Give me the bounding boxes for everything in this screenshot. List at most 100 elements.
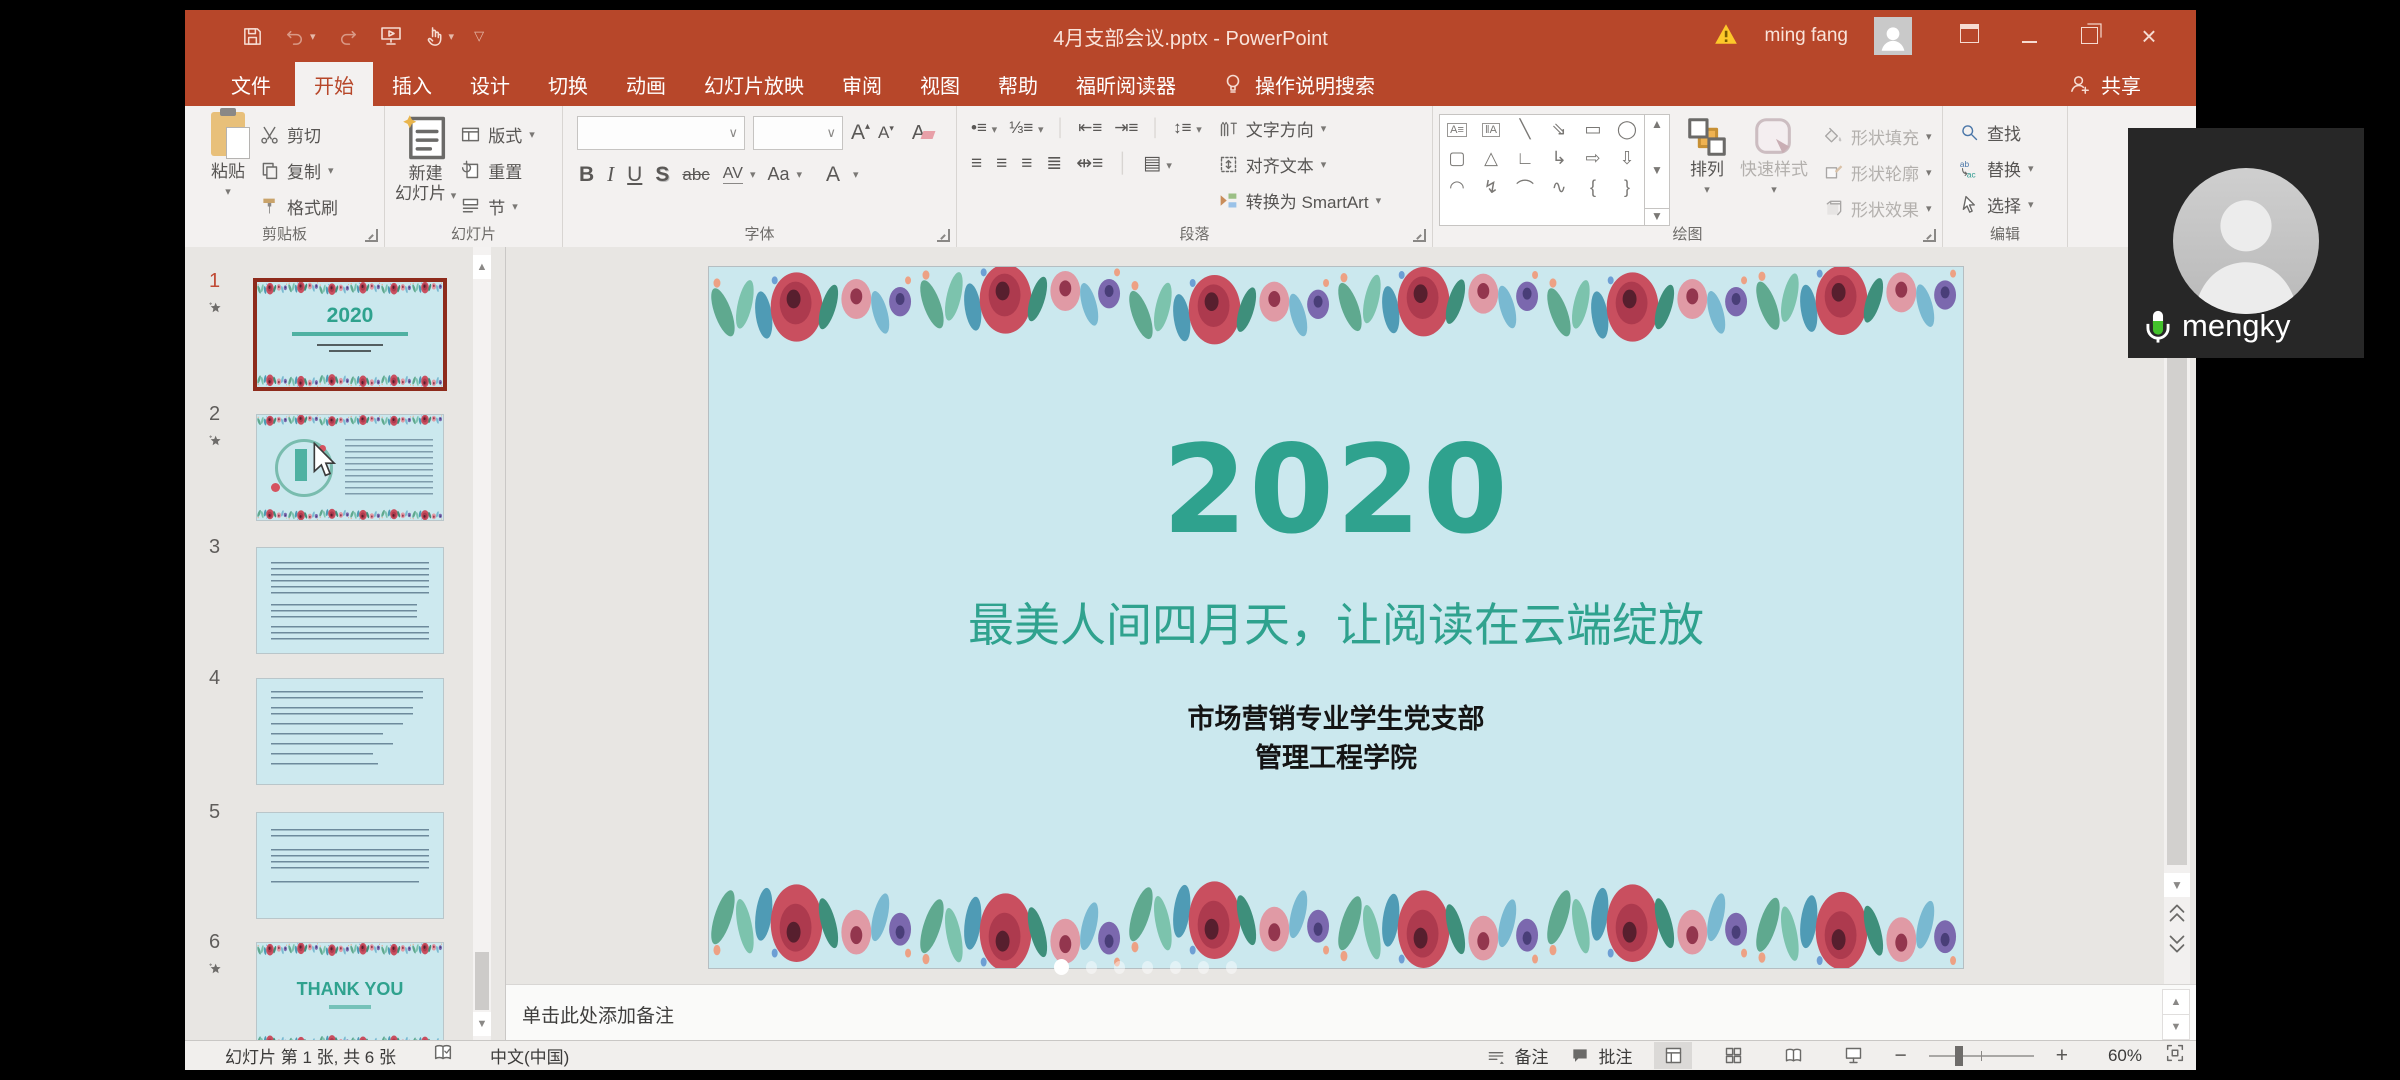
- tab-home[interactable]: 开始: [295, 62, 373, 106]
- zoom-slider[interactable]: [1929, 1055, 2034, 1057]
- drawing-dialog-launcher[interactable]: [1923, 229, 1936, 242]
- replace-button[interactable]: 替换▾: [1959, 150, 2067, 186]
- start-slideshow-button[interactable]: [379, 24, 403, 48]
- redo-button[interactable]: [336, 25, 359, 48]
- strikethrough-button[interactable]: abc: [682, 165, 709, 185]
- slide-thumbnail-1[interactable]: 2020: [257, 282, 443, 387]
- tab-design[interactable]: 设计: [451, 62, 529, 106]
- shape-fill-button[interactable]: 形状填充▾: [1824, 118, 1932, 154]
- change-case-button[interactable]: Aa: [767, 164, 789, 185]
- arrange-button[interactable]: 排列 ▾: [1684, 114, 1730, 226]
- text-shadow-button[interactable]: S: [655, 163, 669, 187]
- shape-outline-button[interactable]: 形状轮廓▾: [1824, 154, 1932, 190]
- account-avatar[interactable]: [1874, 17, 1912, 55]
- restore-button[interactable]: [2072, 23, 2106, 50]
- slide-org-line2[interactable]: 管理工程学院: [709, 736, 1963, 775]
- tab-review[interactable]: 审阅: [823, 62, 901, 106]
- account-name[interactable]: ming fang: [1765, 25, 1848, 47]
- format-painter-button[interactable]: 格式刷: [259, 188, 338, 224]
- warning-icon[interactable]: [1713, 21, 1739, 52]
- reading-view-button[interactable]: [1774, 1042, 1812, 1069]
- thumbnail-scrollbar[interactable]: ▲ ▼: [473, 247, 491, 1041]
- bold-button[interactable]: B: [579, 163, 594, 187]
- shapes-gallery[interactable]: A≡‖A╲⇘▭◯ ▢△∟↳⇨⇩ ◠↯⌒∿{}: [1439, 114, 1645, 226]
- zoom-slider-thumb[interactable]: [1955, 1046, 1963, 1066]
- font-dialog-launcher[interactable]: [937, 229, 950, 242]
- tab-transitions[interactable]: 切换: [529, 62, 607, 106]
- slide-thumbnail-3[interactable]: [257, 548, 443, 653]
- comments-toggle-button[interactable]: 批注: [1570, 1043, 1632, 1068]
- paragraph-dialog-launcher[interactable]: [1413, 229, 1426, 242]
- distribute-button[interactable]: ▤ ▾: [1143, 152, 1172, 175]
- notes-scroll-down-icon[interactable]: ▼: [2162, 1014, 2190, 1040]
- tab-foxit-reader[interactable]: 福昕阅读器: [1057, 62, 1195, 106]
- slide-thumbnail-5[interactable]: [257, 813, 443, 918]
- next-slide-button[interactable]: [2164, 931, 2190, 957]
- notes-pane[interactable]: 单击此处添加备注 ▲ ▼: [506, 984, 2196, 1041]
- slide-thumbnail-2[interactable]: [257, 415, 443, 520]
- justify-button[interactable]: ≣: [1046, 152, 1062, 175]
- customize-qat-button[interactable]: ▽: [474, 28, 484, 44]
- layout-button[interactable]: 版式▾: [460, 116, 535, 152]
- language-indicator[interactable]: 中文(中国): [490, 1043, 569, 1068]
- align-center-button[interactable]: ≡: [996, 153, 1007, 175]
- notes-scroll-up-icon[interactable]: ▲: [2162, 989, 2190, 1015]
- clear-formatting-button[interactable]: A: [912, 122, 934, 145]
- text-direction-button[interactable]: 文字方向▾: [1218, 110, 1381, 146]
- share-button[interactable]: 共享: [2069, 62, 2141, 106]
- normal-view-button[interactable]: [1654, 1042, 1692, 1069]
- decrease-font-button[interactable]: A▾: [878, 123, 894, 143]
- increase-font-button[interactable]: A▴: [851, 121, 870, 145]
- character-spacing-button[interactable]: AV: [723, 165, 743, 184]
- decrease-indent-button[interactable]: ⇤≡: [1078, 118, 1102, 138]
- line-spacing-button[interactable]: ↕≡ ▾: [1173, 118, 1202, 138]
- slide-title-year[interactable]: 2020: [709, 419, 1963, 561]
- shapes-gallery-scroll[interactable]: ▲▼▼: [1645, 114, 1670, 226]
- align-left-button[interactable]: ≡: [971, 153, 982, 175]
- zoom-in-button[interactable]: +: [2056, 1044, 2068, 1068]
- italic-button[interactable]: I: [607, 162, 614, 187]
- current-slide[interactable]: 2020 最美人间四月天，让阅读在云端绽放 市场营销专业学生党支部 管理工程学院: [709, 267, 1963, 968]
- slide-thumbnail-6[interactable]: THANK YOU: [257, 943, 443, 1048]
- tab-view[interactable]: 视图: [901, 62, 979, 106]
- tell-me-search[interactable]: 操作说明搜索: [1221, 62, 1375, 106]
- select-button[interactable]: 选择▾: [1959, 186, 2067, 222]
- slide-sorter-view-button[interactable]: [1714, 1042, 1752, 1069]
- fit-to-window-button[interactable]: [2164, 1042, 2186, 1069]
- zoom-level[interactable]: 60%: [2090, 1046, 2142, 1066]
- scroll-down-icon[interactable]: ▼: [2164, 873, 2190, 897]
- slide-indicator[interactable]: 幻灯片 第 1 张, 共 6 张: [225, 1043, 396, 1068]
- slide-subtitle[interactable]: 最美人间四月天，让阅读在云端绽放: [709, 589, 1963, 655]
- notes-toggle-button[interactable]: 备注: [1486, 1043, 1548, 1068]
- ribbon-display-options-button[interactable]: [1952, 23, 1986, 49]
- reset-button[interactable]: 重置: [460, 152, 535, 188]
- slide-org-line1[interactable]: 市场营销专业学生党支部: [709, 697, 1963, 736]
- tab-insert[interactable]: 插入: [373, 62, 451, 106]
- slideshow-view-button[interactable]: [1834, 1042, 1872, 1069]
- columns-button[interactable]: ⇹≡: [1076, 152, 1103, 175]
- tab-animations[interactable]: 动画: [607, 62, 685, 106]
- scroll-up-icon[interactable]: ▲: [473, 255, 491, 279]
- increase-indent-button[interactable]: ⇥≡: [1114, 118, 1138, 138]
- slide-canvas[interactable]: 2020 最美人间四月天，让阅读在云端绽放 市场营销专业学生党支部 管理工程学院: [506, 247, 2160, 985]
- font-size-combo[interactable]: ∨: [753, 116, 843, 150]
- copy-button[interactable]: 复制▾: [259, 152, 338, 188]
- font-color-button[interactable]: A: [826, 163, 840, 187]
- clipboard-dialog-launcher[interactable]: [365, 229, 378, 242]
- cut-button[interactable]: 剪切: [259, 116, 338, 152]
- undo-dropdown-icon[interactable]: ▾: [310, 30, 316, 43]
- paste-dropdown-icon[interactable]: ▾: [225, 182, 231, 202]
- paste-button[interactable]: 粘贴 ▾: [211, 112, 245, 224]
- zoom-out-button[interactable]: −: [1894, 1044, 1906, 1068]
- underline-button[interactable]: U: [627, 163, 642, 187]
- find-button[interactable]: 查找: [1959, 114, 2067, 150]
- undo-button[interactable]: ▾: [284, 25, 316, 48]
- scroll-down-icon[interactable]: ▼: [473, 1012, 491, 1036]
- section-button[interactable]: 节▾: [460, 188, 535, 224]
- shape-effects-button[interactable]: 形状效果▾: [1824, 190, 1932, 226]
- save-button[interactable]: [241, 25, 264, 48]
- numbering-button[interactable]: ⅓≡ ▾: [1009, 118, 1043, 138]
- tab-file[interactable]: 文件: [207, 62, 295, 106]
- thumbnail-scrollbar-thumb[interactable]: [475, 952, 489, 1010]
- touch-mode-dropdown-icon[interactable]: ▾: [449, 30, 455, 43]
